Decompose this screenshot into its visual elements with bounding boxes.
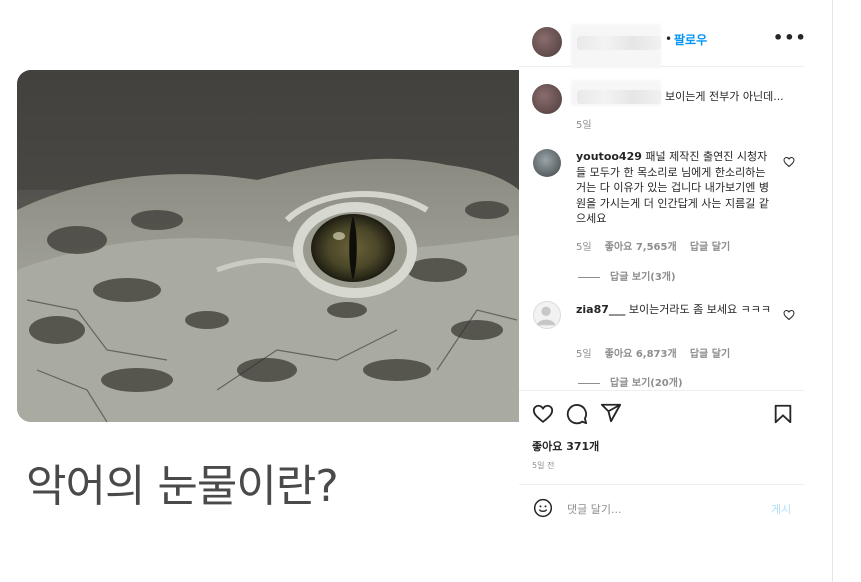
- caption-avatar[interactable]: [532, 84, 562, 114]
- emoji-icon[interactable]: [533, 498, 553, 518]
- reply-button[interactable]: 답글 달기: [690, 242, 730, 253]
- comment-likes[interactable]: 좋아요 6,873개: [605, 349, 677, 360]
- share-icon[interactable]: [600, 402, 622, 424]
- page-divider: [832, 0, 833, 582]
- view-replies[interactable]: 답글 보기(3개): [578, 268, 676, 283]
- comment-text: 보이는거라도 좀 보세요 ㅋㅋㅋ: [628, 303, 771, 316]
- bookmark-icon[interactable]: [772, 403, 794, 425]
- replies-line: [578, 276, 600, 278]
- comment-like-icon[interactable]: [783, 309, 795, 321]
- author-avatar[interactable]: [532, 27, 562, 57]
- comment-username[interactable]: zia87___: [576, 303, 625, 316]
- likes-count[interactable]: 좋아요 371개: [532, 438, 599, 454]
- view-replies[interactable]: 답글 보기(20개): [578, 374, 683, 389]
- comment-input-bar: 댓글 달기... 게시: [519, 484, 804, 529]
- post-time: 5일 전: [532, 461, 555, 470]
- comment-body: zia87___ 보이는거라도 좀 보세요 ㅋㅋㅋ: [576, 302, 771, 318]
- comment-meta: 5일 좋아요 6,873개 답글 달기: [576, 345, 740, 360]
- reply-button[interactable]: 답글 달기: [690, 349, 730, 360]
- commenter-avatar[interactable]: [533, 301, 561, 329]
- heart-icon[interactable]: [532, 403, 554, 425]
- comment-meta: 5일 좋아요 7,565개 답글 달기: [576, 238, 740, 253]
- post-header: • 팔로우 •••: [519, 18, 807, 68]
- comment-body: youtoo429 패널 제작진 출연진 시청자들 모두가 한 목소리로 님에게…: [576, 149, 771, 227]
- post-sidebar: • 팔로우 ••• 보이는게 전부가 아닌데... 5일 youtoo429 패…: [519, 18, 807, 529]
- caption-text: 보이는게 전부가 아닌데...: [665, 90, 784, 103]
- post-comment-button[interactable]: 게시: [771, 501, 791, 517]
- commenter-avatar[interactable]: [533, 149, 561, 177]
- more-options-icon[interactable]: •••: [773, 28, 807, 47]
- replies-line: [578, 382, 600, 384]
- post-image-area: 악어의 눈물이란?: [0, 0, 519, 582]
- separator-dot: •: [665, 32, 673, 46]
- crocodile-photo: [17, 70, 519, 422]
- comment-like-icon[interactable]: [783, 156, 795, 168]
- author-name-blur: [577, 36, 661, 50]
- comment-likes[interactable]: 좋아요 7,565개: [605, 242, 677, 253]
- follow-button[interactable]: 팔로우: [674, 31, 707, 48]
- comment-time: 5일: [576, 242, 592, 253]
- post-overlay-title: 악어의 눈물이란?: [26, 461, 339, 512]
- caption-name-blur: [577, 90, 661, 104]
- comment-username[interactable]: youtoo429: [576, 150, 642, 163]
- comment-input[interactable]: 댓글 달기...: [567, 501, 621, 517]
- comment-icon[interactable]: [566, 403, 588, 425]
- view-replies-label: 답글 보기(3개): [610, 272, 676, 283]
- post-actions: 좋아요 371개 5일 전: [519, 390, 804, 487]
- default-avatar-icon: [536, 306, 556, 326]
- view-replies-label: 답글 보기(20개): [610, 378, 683, 389]
- comment-time: 5일: [576, 349, 592, 360]
- caption-time: 5일: [576, 120, 592, 131]
